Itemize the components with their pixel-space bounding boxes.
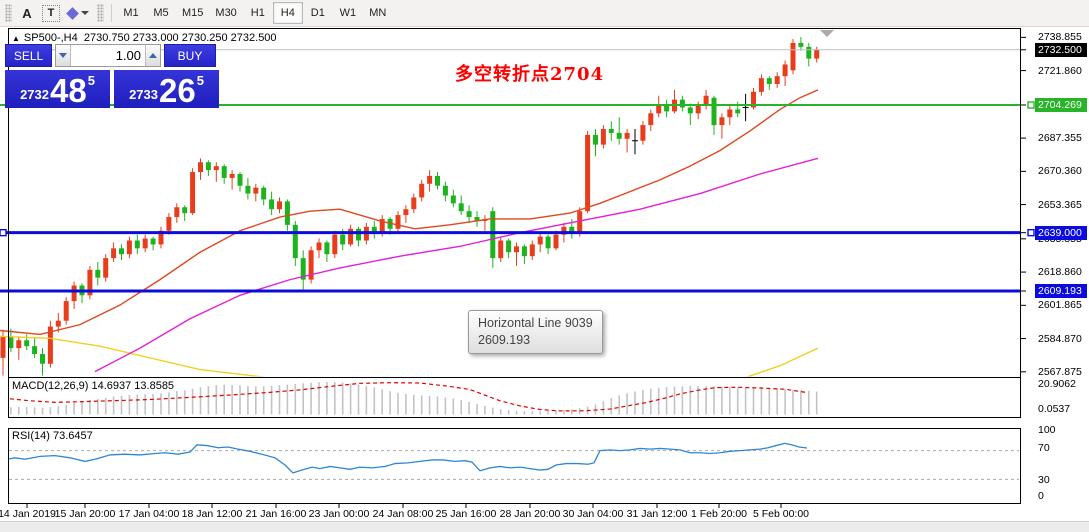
price-axis-marker-blu: 2639.000 xyxy=(1035,225,1087,240)
buy-price-big: 26 xyxy=(158,72,196,109)
volume-spinner xyxy=(55,44,161,67)
buy-price-small: 2733 xyxy=(129,87,158,102)
ohlc-readout: 2730.750 2733.000 2730.250 2732.500 xyxy=(83,32,277,44)
collapse-arrow-icon[interactable]: ▲ xyxy=(12,34,20,43)
price-axis-marker-blu: 2609.193 xyxy=(1035,283,1087,298)
tooltip-line2: 2609.193 xyxy=(478,333,531,347)
symbol-period: SP500-,H4 xyxy=(23,32,78,44)
volume-input[interactable] xyxy=(71,45,145,66)
line-anchor-square xyxy=(1027,228,1035,237)
tooltip-line1: Horizontal Line 9039 xyxy=(478,316,593,330)
rsi-panel xyxy=(9,442,1019,480)
mt4-window: A T M1 M5 M15 M30 H1 H4 D1 W1 MN ▲ SP500-,H4 2730… xyxy=(0,0,1089,532)
sell-price-sup: 5 xyxy=(87,73,95,88)
chart-text-annotation[interactable]: 多空转折点2704 xyxy=(455,60,604,86)
sell-price-big: 48 xyxy=(49,72,87,109)
chart-title: ▲ SP500-,H4 2730.750 2733.000 2730.250 27… xyxy=(12,32,277,44)
one-click-trading-panel: SELL BUY 2732 48 5 2733 26 5 xyxy=(5,44,221,108)
buy-price-sup: 5 xyxy=(196,73,204,88)
sell-price-small: 2732 xyxy=(20,87,49,102)
buy-price-box[interactable]: 2733 26 5 xyxy=(114,70,219,108)
triangle-up-icon xyxy=(149,53,157,58)
ma-fast-orange xyxy=(0,89,819,336)
price-axis-marker-grn: 2704.269 xyxy=(1035,98,1087,112)
rsi-label: RSI(14) 73.6457 xyxy=(12,430,93,442)
volume-decrease-button[interactable] xyxy=(56,45,71,66)
ma-mid-magenta xyxy=(94,157,819,373)
horizontal-line-tooltip: Horizontal Line 9039 2609.193 xyxy=(468,310,603,354)
panel-border xyxy=(8,428,1021,504)
sell-button[interactable]: SELL xyxy=(5,44,52,67)
buy-button[interactable]: BUY xyxy=(164,44,216,67)
sell-price-box[interactable]: 2732 48 5 xyxy=(5,70,110,108)
macd-label: MACD(12,26,9) 14.6937 13.8585 xyxy=(12,380,175,392)
chart-shift-marker[interactable] xyxy=(820,30,834,37)
triangle-down-icon xyxy=(59,53,67,58)
volume-increase-button[interactable] xyxy=(145,45,160,66)
line-anchor-square xyxy=(1027,101,1035,109)
price-axis-marker-cur: 2732.500 xyxy=(1035,42,1087,57)
line-anchor-square xyxy=(0,228,7,237)
rsi-line xyxy=(9,442,808,474)
